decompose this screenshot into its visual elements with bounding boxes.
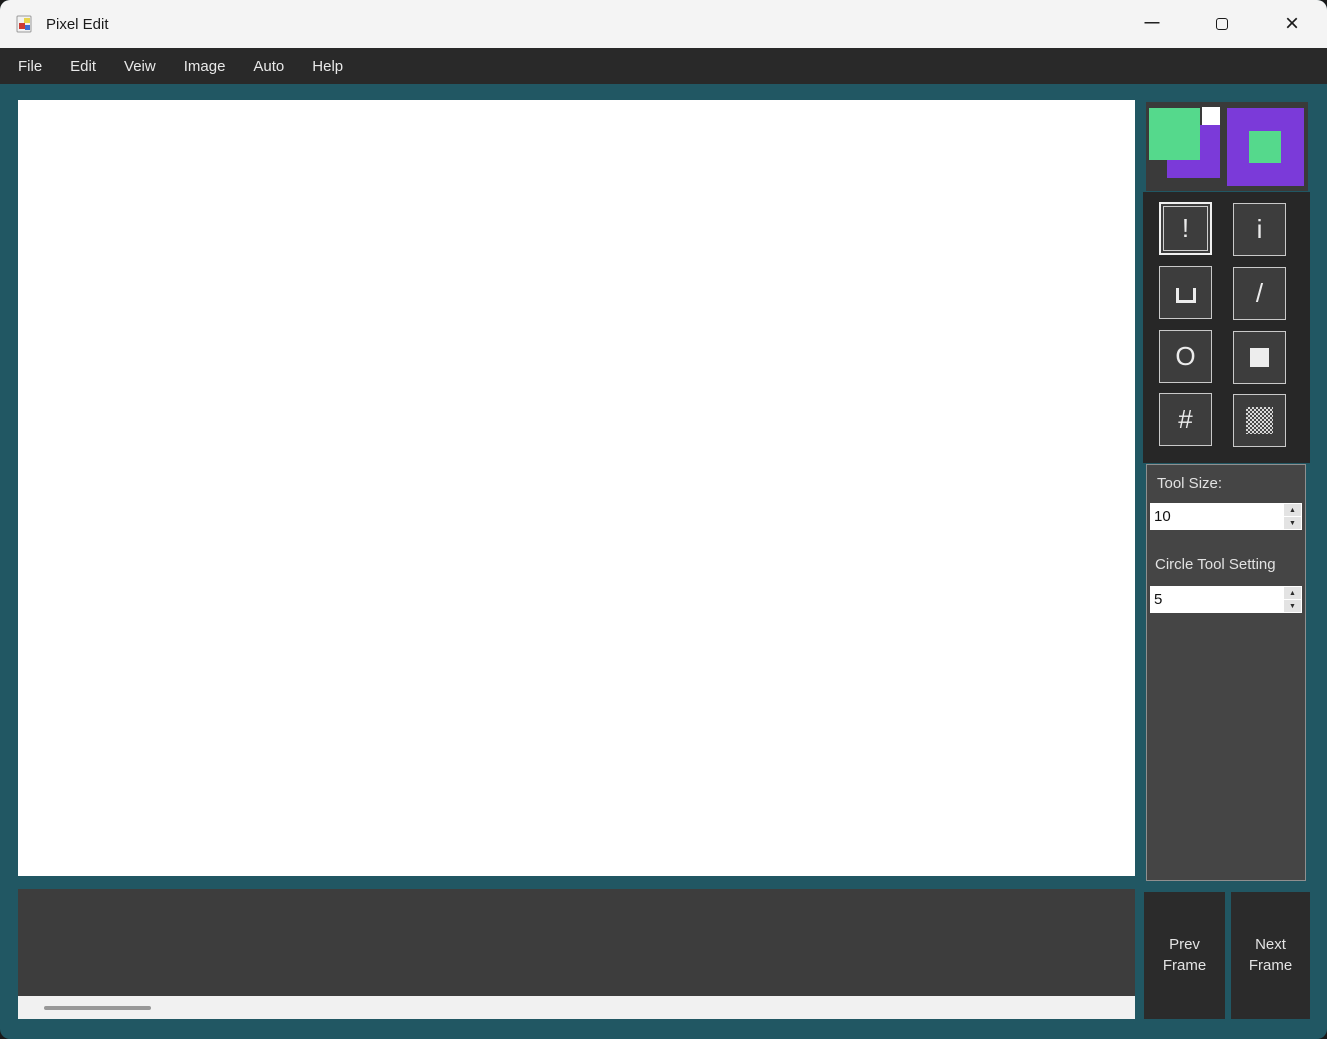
- foreground-color-swatch[interactable]: [1149, 108, 1200, 160]
- dither-tool-button[interactable]: [1233, 394, 1286, 447]
- tool-size-up-button[interactable]: ▲: [1284, 504, 1301, 516]
- titlebar: Pixel Edit — ×: [0, 0, 1327, 48]
- tool-size-down-button[interactable]: ▼: [1284, 517, 1301, 529]
- line-tool-button[interactable]: /: [1233, 267, 1286, 320]
- exclamation-icon: !: [1182, 213, 1189, 244]
- close-icon: ×: [1285, 10, 1299, 38]
- circle-tool-numeric: ▲ ▼: [1150, 586, 1302, 613]
- menu-file[interactable]: File: [4, 50, 56, 83]
- next-frame-button[interactable]: Next Frame: [1231, 892, 1310, 1019]
- circle-tool-down-button[interactable]: ▼: [1284, 600, 1301, 612]
- menu-help[interactable]: Help: [298, 50, 357, 83]
- tool-panel: ! i / O #: [1143, 192, 1310, 463]
- minimize-icon: —: [1145, 14, 1160, 31]
- i-tool-button[interactable]: i: [1233, 203, 1286, 256]
- menu-veiw[interactable]: Veiw: [110, 50, 170, 83]
- exclamation-tool-button[interactable]: !: [1159, 202, 1212, 255]
- grid-tool-button[interactable]: #: [1159, 393, 1212, 446]
- circle-tool-input[interactable]: [1151, 587, 1284, 612]
- i-icon: i: [1257, 214, 1263, 245]
- tool-size-input[interactable]: [1151, 504, 1284, 529]
- swatch-marker: [1202, 107, 1220, 125]
- cup-tool-button[interactable]: [1159, 266, 1212, 319]
- tool-size-spinner: ▲ ▼: [1284, 504, 1301, 529]
- drawing-canvas[interactable]: [18, 100, 1135, 876]
- tool-settings-panel: Tool Size: ▲ ▼ Circle Tool Setting ▲ ▼: [1146, 464, 1306, 881]
- menubar: File Edit Veiw Image Auto Help: [0, 48, 1327, 84]
- hash-icon: #: [1178, 404, 1192, 435]
- color-preview-foreground: [1249, 131, 1281, 163]
- circle-icon: O: [1175, 341, 1195, 372]
- frame-strip-panel: [18, 889, 1135, 996]
- prev-frame-button[interactable]: Prev Frame: [1144, 892, 1225, 1019]
- app-icon: [14, 14, 34, 34]
- circle-tool-spinner: ▲ ▼: [1284, 587, 1301, 612]
- square-tool-button[interactable]: [1233, 331, 1286, 384]
- horizontal-scrollbar[interactable]: [18, 996, 1135, 1019]
- circle-tool-setting-label: Circle Tool Setting: [1155, 556, 1276, 573]
- square-cup-icon: [1176, 288, 1196, 303]
- window-title: Pixel Edit: [46, 16, 109, 33]
- circle-tool-up-button[interactable]: ▲: [1284, 587, 1301, 599]
- menu-image[interactable]: Image: [170, 50, 240, 83]
- circle-tool-button[interactable]: O: [1159, 330, 1212, 383]
- dither-pattern-icon: [1246, 407, 1273, 434]
- maximize-button[interactable]: [1187, 0, 1257, 48]
- slash-icon: /: [1256, 278, 1263, 309]
- minimize-button[interactable]: —: [1117, 0, 1187, 48]
- app-window: Pixel Edit — × File Edit Veiw Image Auto…: [0, 0, 1327, 1039]
- window-controls: — ×: [1117, 0, 1327, 48]
- scrollbar-thumb[interactable]: [44, 1006, 151, 1010]
- close-button[interactable]: ×: [1257, 0, 1327, 48]
- filled-square-icon: [1250, 348, 1269, 367]
- tool-size-numeric: ▲ ▼: [1150, 503, 1302, 530]
- menu-edit[interactable]: Edit: [56, 50, 110, 83]
- color-swatch-panel: [1146, 102, 1308, 191]
- menu-auto[interactable]: Auto: [239, 50, 298, 83]
- tool-size-label: Tool Size:: [1157, 475, 1222, 492]
- maximize-icon: [1216, 18, 1228, 30]
